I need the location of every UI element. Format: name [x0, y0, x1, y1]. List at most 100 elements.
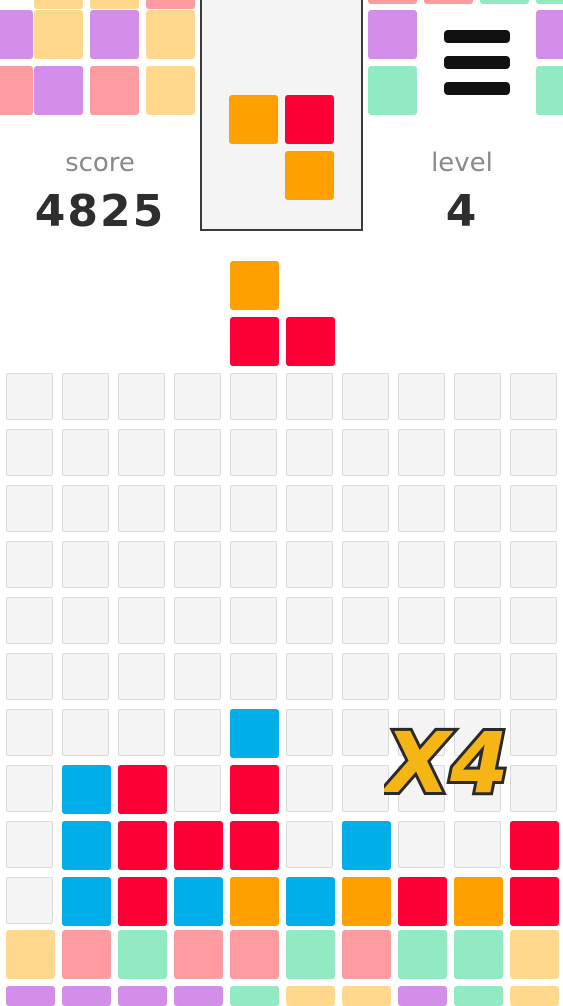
board-cell	[398, 373, 445, 420]
board-cell	[118, 709, 165, 756]
decor-tile	[368, 0, 417, 4]
board-cell	[62, 653, 109, 700]
decor-tile	[62, 930, 111, 979]
board-cell	[174, 709, 221, 756]
board-cell	[454, 597, 501, 644]
menu-button[interactable]	[444, 30, 510, 96]
board-cell	[62, 485, 109, 532]
orange-block	[285, 151, 334, 200]
decor-tile	[510, 930, 559, 979]
board-cell	[286, 485, 333, 532]
board-cell	[286, 653, 333, 700]
orange-block	[230, 877, 279, 926]
decor-tile	[6, 986, 55, 1006]
blue-block	[62, 877, 111, 926]
board-cell	[398, 429, 445, 476]
red-block	[285, 95, 334, 144]
board-cell	[454, 821, 501, 868]
board-cell	[118, 541, 165, 588]
red-block	[230, 821, 279, 870]
board-cell	[174, 653, 221, 700]
decor-tile	[34, 0, 83, 9]
decor-tile	[230, 986, 279, 1006]
decor-tile	[0, 10, 33, 59]
decor-tile	[90, 66, 139, 115]
board-cell	[6, 485, 53, 532]
board-cell	[230, 541, 277, 588]
decor-tile	[62, 986, 111, 1006]
blue-block	[230, 709, 279, 758]
board-cell	[118, 373, 165, 420]
board-cell	[230, 429, 277, 476]
board-cell	[454, 653, 501, 700]
decor-tile	[342, 930, 391, 979]
board-cell	[510, 765, 557, 812]
board-cell	[510, 653, 557, 700]
decor-tile	[286, 930, 335, 979]
decor-tile	[454, 930, 503, 979]
blue-block	[286, 877, 335, 926]
board-cell	[342, 765, 389, 812]
board-cell	[6, 653, 53, 700]
red-block	[230, 765, 279, 814]
red-block	[230, 317, 279, 366]
decor-tile	[6, 930, 55, 979]
red-block	[286, 317, 335, 366]
score-value: 4825	[34, 186, 166, 237]
board-cell	[398, 541, 445, 588]
board-cell	[174, 373, 221, 420]
board-cell	[286, 541, 333, 588]
decor-tile	[146, 66, 195, 115]
decor-tile	[34, 10, 83, 59]
decor-tile	[454, 986, 503, 1006]
blue-block	[174, 877, 223, 926]
red-block	[398, 877, 447, 926]
board-cell	[174, 765, 221, 812]
red-block	[118, 765, 167, 814]
board-cell	[286, 821, 333, 868]
board-cell	[342, 653, 389, 700]
board-cell	[6, 597, 53, 644]
board-cell	[510, 597, 557, 644]
orange-block	[229, 95, 278, 144]
decor-tile	[90, 10, 139, 59]
board-cell	[6, 429, 53, 476]
board-cell	[62, 709, 109, 756]
score-label: score	[65, 148, 135, 178]
board-cell	[62, 597, 109, 644]
board-cell	[342, 709, 389, 756]
board-cell	[398, 821, 445, 868]
board-cell	[454, 429, 501, 476]
decor-tile	[342, 986, 391, 1006]
blue-block	[62, 821, 111, 870]
board-cell	[6, 541, 53, 588]
board-cell	[342, 429, 389, 476]
board-cell	[118, 485, 165, 532]
board-cell	[62, 373, 109, 420]
decor-tile	[0, 66, 33, 115]
combo-indicator: X4	[377, 706, 514, 815]
decor-tile	[230, 930, 279, 979]
board-cell	[286, 765, 333, 812]
decor-tile	[90, 0, 139, 9]
decor-tile	[146, 0, 195, 9]
decor-tile	[174, 930, 223, 979]
board-cell	[342, 373, 389, 420]
board-cell	[174, 485, 221, 532]
board-cell	[62, 429, 109, 476]
decor-tile	[368, 10, 417, 59]
board-cell	[118, 429, 165, 476]
board-cell	[454, 541, 501, 588]
board-cell	[6, 765, 53, 812]
decor-tile	[368, 66, 417, 115]
board-cell	[342, 597, 389, 644]
red-block	[174, 821, 223, 870]
orange-block	[342, 877, 391, 926]
board-cell	[62, 541, 109, 588]
red-block	[510, 821, 559, 870]
board-cell	[230, 597, 277, 644]
decor-tile	[398, 930, 447, 979]
menu-icon	[444, 30, 510, 43]
board-cell	[510, 373, 557, 420]
board-cell	[286, 709, 333, 756]
